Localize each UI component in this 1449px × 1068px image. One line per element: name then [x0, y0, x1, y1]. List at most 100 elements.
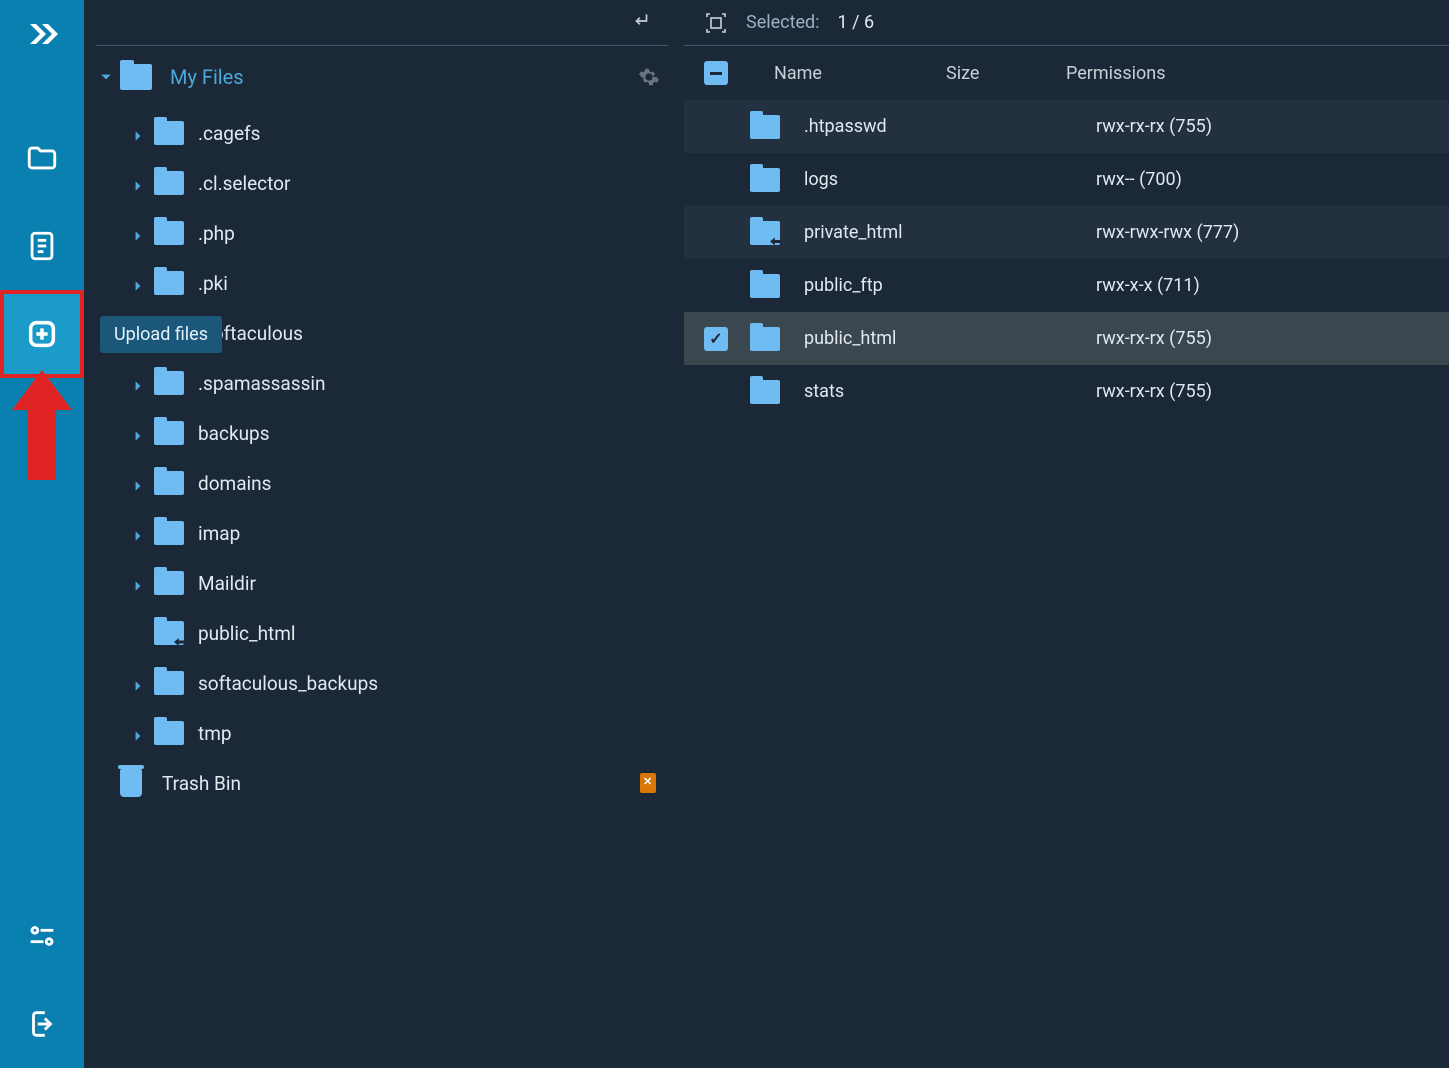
- rail-settings[interactable]: [0, 892, 84, 980]
- tree-node[interactable]: .cl.selector: [132, 158, 668, 208]
- folder-icon: [154, 521, 184, 545]
- folder-icon: [154, 171, 184, 195]
- rail-upload[interactable]: [0, 290, 84, 378]
- selected-label: Selected:: [746, 12, 820, 33]
- folder-icon: [154, 371, 184, 395]
- folder-icon: [154, 471, 184, 495]
- caret-right-icon[interactable]: [132, 277, 144, 289]
- tree-node-label: .spamassassin: [198, 372, 326, 395]
- row-permissions: rwx-rwx-rwx (777): [1096, 222, 1429, 243]
- folder-icon: [154, 421, 184, 445]
- tree-list: .cagefs.cl.selector.php.pki.softaculous.…: [96, 108, 668, 758]
- caret-right-icon[interactable]: [132, 227, 144, 239]
- tree-node-label: .php: [198, 222, 235, 245]
- caret-right-icon[interactable]: [132, 427, 144, 439]
- tree-node[interactable]: softaculous_backups: [132, 658, 668, 708]
- col-size[interactable]: Size: [946, 63, 1066, 84]
- tree-node[interactable]: .php: [132, 208, 668, 258]
- folder-icon: [154, 271, 184, 295]
- tree-node-label: .cagefs: [198, 122, 260, 145]
- rail-logout[interactable]: [0, 980, 84, 1068]
- file-row[interactable]: statsrwx-rx-rx (755): [684, 365, 1449, 418]
- tree-node[interactable]: backups: [132, 408, 668, 458]
- select-all-icon[interactable]: [704, 11, 728, 35]
- folder-icon: [154, 671, 184, 695]
- file-row[interactable]: public_ftprwx-x-x (711): [684, 259, 1449, 312]
- caret-right-icon[interactable]: [132, 727, 144, 739]
- row-permissions: rwx-rx-rx (755): [1096, 116, 1429, 137]
- caret-right-icon[interactable]: [132, 677, 144, 689]
- tree-node[interactable]: domains: [132, 458, 668, 508]
- tree-root[interactable]: My Files: [96, 46, 668, 108]
- tree-node-label: domains: [198, 472, 271, 495]
- file-row[interactable]: .htpasswd rwx-rx-rx (755): [684, 100, 1449, 153]
- folder-icon: [154, 721, 184, 745]
- folder-icon: [750, 115, 780, 139]
- folder-icon: [154, 571, 184, 595]
- row-permissions: rwx-- (700): [1096, 169, 1429, 190]
- app-logo: [22, 14, 62, 54]
- row-checkbox[interactable]: [704, 274, 728, 298]
- folder-icon: [750, 274, 780, 298]
- selected-count: 1 / 6: [838, 12, 875, 33]
- trash-icon: [120, 769, 142, 797]
- row-name: public_html: [804, 328, 976, 349]
- rail-document[interactable]: [0, 202, 84, 290]
- file-rows: .htpasswd rwx-rx-rx (755) logs rwx-- (700) p…: [684, 100, 1449, 418]
- tree-node-label: softaculous_backups: [198, 672, 378, 695]
- row-checkbox[interactable]: [704, 115, 728, 139]
- column-headers: Name Size Permissions: [684, 46, 1449, 100]
- side-rail: [0, 0, 84, 1068]
- tree-node[interactable]: public_html: [132, 608, 668, 658]
- row-checkbox[interactable]: [704, 221, 728, 245]
- selection-bar: Selected: 1 / 6: [684, 0, 1449, 46]
- tree-node-label: public_html: [198, 622, 296, 645]
- tree-node-label: Maildir: [198, 572, 256, 595]
- file-row[interactable]: private_htmlrwx-rwx-rwx (777): [684, 206, 1449, 259]
- tree-node-label: tmp: [198, 722, 232, 745]
- folder-link-icon: [750, 221, 780, 245]
- caret-right-icon[interactable]: [132, 177, 144, 189]
- folder-icon: [154, 221, 184, 245]
- tree-node[interactable]: Maildir: [132, 558, 668, 608]
- gear-icon[interactable]: [638, 66, 660, 88]
- caret-right-icon[interactable]: [132, 477, 144, 489]
- col-name[interactable]: Name: [774, 63, 946, 84]
- row-permissions: rwx-rx-rx (755): [1096, 328, 1429, 349]
- file-row[interactable]: logs rwx-- (700): [684, 153, 1449, 206]
- tree-node-label: .pki: [198, 272, 228, 295]
- tree-root-label: My Files: [170, 65, 244, 89]
- header-checkbox[interactable]: [704, 61, 728, 85]
- tree-node[interactable]: imap: [132, 508, 668, 558]
- folder-icon: [750, 168, 780, 192]
- row-checkbox[interactable]: [704, 380, 728, 404]
- tree-node[interactable]: .cagefs: [132, 108, 668, 158]
- tree-node[interactable]: .pki: [132, 258, 668, 308]
- caret-right-icon[interactable]: [132, 527, 144, 539]
- empty-trash-icon[interactable]: [640, 773, 656, 793]
- trash-bin[interactable]: Trash Bin: [96, 758, 668, 808]
- trash-label: Trash Bin: [162, 772, 241, 795]
- annotation-arrow: [12, 370, 72, 490]
- tree-node-label: imap: [198, 522, 240, 545]
- tree-node[interactable]: tmp: [132, 708, 668, 758]
- upload-tooltip: Upload files: [100, 316, 222, 353]
- tree-panel: My Files .cagefs.cl.selector.php.pki.sof…: [84, 0, 680, 1068]
- list-panel: Selected: 1 / 6 Name Size Permissions .h…: [680, 0, 1449, 1068]
- enter-icon[interactable]: [634, 11, 654, 35]
- folder-icon: [154, 121, 184, 145]
- row-name: logs: [804, 169, 976, 190]
- folder-link-icon: [154, 621, 184, 645]
- col-permissions[interactable]: Permissions: [1066, 63, 1429, 84]
- caret-right-icon[interactable]: [132, 577, 144, 589]
- row-name: public_ftp: [804, 275, 976, 296]
- tree-node[interactable]: .spamassassin: [132, 358, 668, 408]
- caret-right-icon[interactable]: [132, 377, 144, 389]
- row-name: .htpasswd: [804, 116, 976, 137]
- row-checkbox[interactable]: [704, 327, 728, 351]
- caret-right-icon[interactable]: [132, 127, 144, 139]
- row-checkbox[interactable]: [704, 168, 728, 192]
- folder-icon: [750, 380, 780, 404]
- rail-files[interactable]: [0, 114, 84, 202]
- file-row[interactable]: public_html rwx-rx-rx (755): [684, 312, 1449, 365]
